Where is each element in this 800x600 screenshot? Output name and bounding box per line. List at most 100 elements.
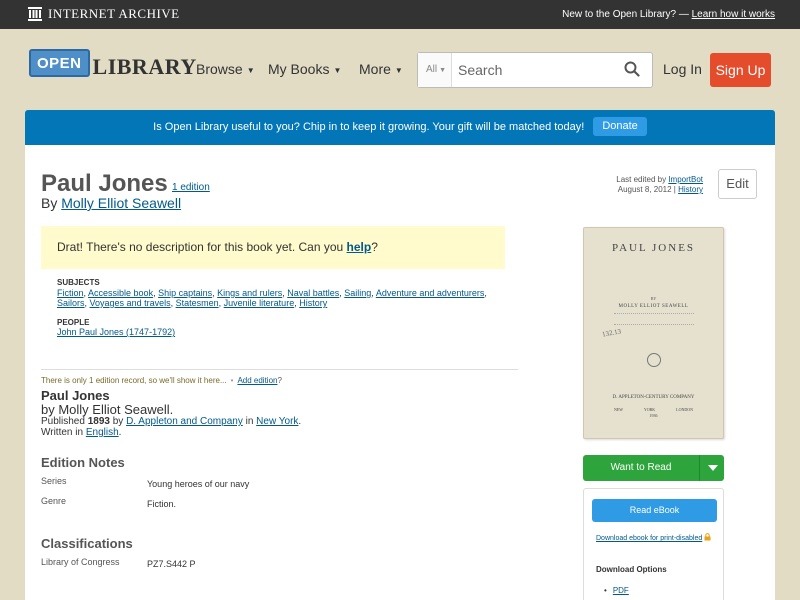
download-options-heading: Download Options xyxy=(596,565,667,574)
cover-publisher: D. APPLETON-CENTURY COMPANY xyxy=(612,395,695,400)
people-heading: PEOPLE xyxy=(57,318,90,327)
open-library-logo[interactable]: OPEN LIBRARY xyxy=(29,49,197,81)
subjects-heading: SUBJECTS xyxy=(57,278,100,287)
subject-link[interactable]: Accessible book xyxy=(88,288,153,298)
cover-city: NEW YORK LONDON xyxy=(584,407,723,412)
no-description-notice: Drat! There's no description for this bo… xyxy=(41,226,505,269)
nav-more-label: More xyxy=(359,61,391,77)
learn-how-link[interactable]: Learn how it works xyxy=(692,9,775,20)
subject-link[interactable]: Naval battles xyxy=(287,288,339,298)
search-button[interactable] xyxy=(624,61,640,82)
person-link[interactable]: John Paul Jones (1747-1792) xyxy=(57,327,175,337)
people-list: John Paul Jones (1747-1792) xyxy=(57,327,175,337)
search-icon xyxy=(624,61,640,77)
donate-banner-text: Is Open Library useful to you? Chip in t… xyxy=(153,121,585,133)
work-title: Paul Jones xyxy=(41,170,168,197)
nav-more[interactable]: More ▼ xyxy=(359,61,403,77)
download-pdf-link[interactable]: PDF xyxy=(613,586,629,595)
no-description-text: Drat! There's no description for this bo… xyxy=(57,240,347,254)
print-disabled-download: Download ebook for print-disabled xyxy=(596,533,711,543)
cover-by: BY xyxy=(650,296,657,301)
period: . xyxy=(118,427,122,438)
nav-my-books[interactable]: My Books ▼ xyxy=(268,61,341,77)
internet-archive-bar: INTERNET ARCHIVE New to the Open Library… xyxy=(0,0,800,29)
period: . xyxy=(298,416,302,427)
cover-year: 1936 xyxy=(649,413,658,418)
single-edition-note: There is only 1 edition record, so we'll… xyxy=(41,376,282,385)
add-edition-question: ? xyxy=(277,376,282,385)
subject-link[interactable]: Voyages and travels xyxy=(90,298,171,308)
chevron-down-icon: ▼ xyxy=(439,67,447,74)
signup-button[interactable]: Sign Up xyxy=(710,53,771,87)
subject-link[interactable]: Kings and rulers xyxy=(217,288,282,298)
subject-link[interactable]: Sailors xyxy=(57,298,85,308)
publish-place-link[interactable]: New York xyxy=(256,416,298,427)
nav-browse[interactable]: Browse ▼ xyxy=(196,61,255,77)
internet-archive-logo[interactable]: INTERNET ARCHIVE xyxy=(28,6,180,22)
search-box: All ▼ xyxy=(417,52,653,88)
read-options-panel: Read eBook Download ebook for print-disa… xyxy=(583,488,724,600)
cover-handwriting: 132.13 xyxy=(601,327,622,339)
chevron-down-icon: ▼ xyxy=(333,65,342,75)
subjects-list: Fiction, Accessible book, Ship captains,… xyxy=(57,288,487,308)
work-page: Paul Jones 1 edition By Molly Elliot Sea… xyxy=(25,145,775,600)
logo-library-text: LIBRARY xyxy=(92,54,197,79)
section-divider xyxy=(41,369,518,370)
single-edition-text: There is only 1 edition record, so we'll… xyxy=(41,376,227,385)
publisher-link[interactable]: D. Appleton and Company xyxy=(126,416,243,427)
new-user-prompt-text: New to the Open Library? — xyxy=(562,9,692,20)
want-to-read-button[interactable]: Want to Read xyxy=(583,455,699,481)
site-header: OPEN LIBRARY Browse ▼ My Books ▼ More ▼ All… xyxy=(0,29,800,110)
internet-archive-wordmark: INTERNET ARCHIVE xyxy=(48,6,180,21)
last-edited-prefix: Last edited by xyxy=(616,175,669,184)
nav-browse-label: Browse xyxy=(196,61,243,77)
archive-building-icon xyxy=(28,7,42,21)
print-disabled-link[interactable]: Download ebook for print-disabled xyxy=(596,535,702,542)
search-scope-dropdown[interactable]: All ▼ xyxy=(418,53,452,87)
subject-link[interactable]: Ship captains xyxy=(158,288,212,298)
lock-icon xyxy=(704,533,711,543)
donate-banner: Is Open Library useful to you? Chip in t… xyxy=(25,110,775,145)
search-scope-label: All xyxy=(426,64,438,75)
classifications-heading: Classifications xyxy=(41,536,133,551)
series-label: Series xyxy=(41,476,67,486)
new-user-prompt: New to the Open Library? — Learn how it … xyxy=(562,9,775,20)
subject-link[interactable]: Sailing xyxy=(344,288,371,298)
subject-link[interactable]: Juvenile literature xyxy=(224,298,295,308)
language-link[interactable]: English xyxy=(86,427,119,438)
cover-city-right: LONDON xyxy=(676,407,694,412)
login-link[interactable]: Log In xyxy=(663,61,702,77)
edit-button[interactable]: Edit xyxy=(718,169,757,199)
work-byline: By Molly Elliot Seawell xyxy=(41,195,181,211)
subject-link[interactable]: Adventure and adventurers xyxy=(376,288,485,298)
add-edition-link[interactable]: Add edition xyxy=(237,376,277,385)
logo-open-sign: OPEN xyxy=(29,49,90,77)
read-ebook-button[interactable]: Read eBook xyxy=(592,499,717,522)
reading-list-dropdown-icon[interactable] xyxy=(699,455,724,481)
last-edited-user-link[interactable]: ImportBot xyxy=(668,175,703,184)
want-to-read-dropper: Want to Read xyxy=(583,455,724,481)
by-word: by xyxy=(109,416,127,427)
help-link[interactable]: help xyxy=(347,240,372,254)
donate-button[interactable]: Donate xyxy=(593,116,647,136)
in-word: in xyxy=(242,416,257,427)
nav-my-books-label: My Books xyxy=(268,61,330,77)
download-pdf-item: • PDF xyxy=(604,586,629,595)
history-link[interactable]: History xyxy=(678,185,703,194)
by-label: By xyxy=(41,195,62,211)
cover-title: PAUL JONES xyxy=(611,242,696,254)
last-edited-info: Last edited by ImportBot August 8, 2012 … xyxy=(616,175,703,194)
subject-link[interactable]: History xyxy=(299,298,327,308)
cover-city-left: NEW YORK xyxy=(613,407,656,412)
author-link[interactable]: Molly Elliot Seawell xyxy=(61,195,181,211)
edition-count-link[interactable]: 1 edition xyxy=(172,182,210,193)
written-prefix: Written in xyxy=(41,427,86,438)
subject-link[interactable]: Fiction xyxy=(57,288,84,298)
search-input[interactable] xyxy=(454,53,614,87)
subject-link[interactable]: Statesmen xyxy=(176,298,219,308)
edition-language: Written in English. xyxy=(41,427,121,438)
book-cover[interactable]: PAUL JONES BY MOLLY ELLIOT SEAWELL 132.1… xyxy=(583,227,724,439)
series-value: Young heroes of our navy xyxy=(147,479,250,489)
cover-subtitle-lines xyxy=(614,313,694,325)
genre-value: Fiction. xyxy=(147,499,177,509)
